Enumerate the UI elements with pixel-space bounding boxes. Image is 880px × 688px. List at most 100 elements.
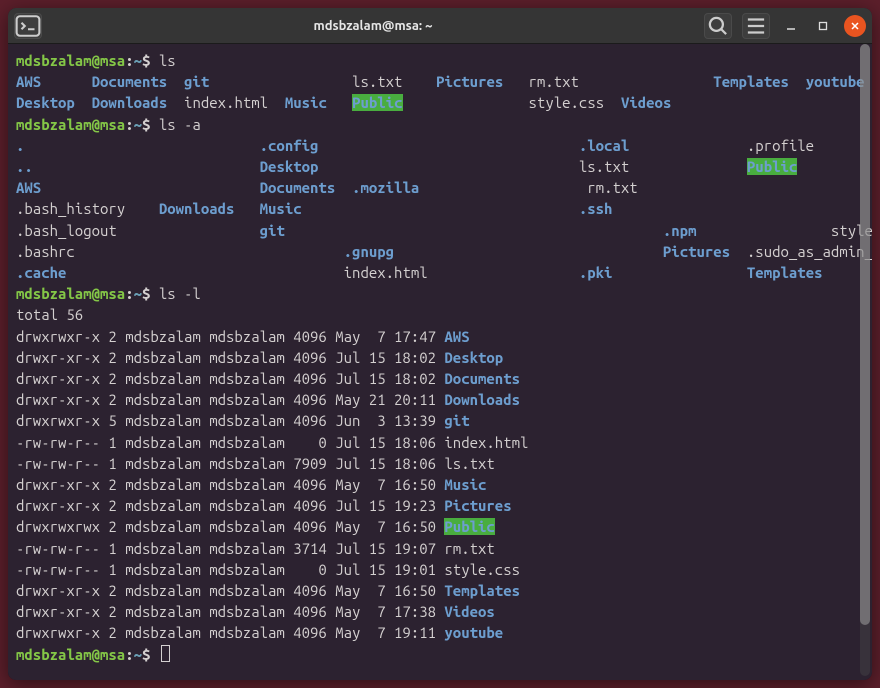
titlebar: mdsbzalam@msa: ~: [8, 8, 872, 44]
long-listing-line: -rw-rw-r-- 1 mdsbzalam mdsbzalam 3714 Ju…: [16, 538, 864, 559]
filename: youtube: [444, 624, 503, 641]
prompt-line: mdsbzalam@msa:~$ ls: [16, 50, 864, 71]
scrollbar[interactable]: [860, 44, 870, 676]
filename: .bashrc: [16, 243, 75, 260]
maximize-button[interactable]: [812, 15, 834, 37]
filename: Music: [260, 200, 302, 217]
filename: Videos: [621, 94, 671, 111]
long-listing-line: -rw-rw-r-- 1 mdsbzalam mdsbzalam 7909 Ju…: [16, 453, 864, 474]
filename: index.html: [184, 94, 268, 111]
filename: Documents: [444, 370, 520, 387]
long-listing-line: drwxr-xr-x 2 mdsbzalam mdsbzalam 4096 Ju…: [16, 495, 864, 516]
filename: Pictures: [436, 73, 503, 90]
prompt-line: mdsbzalam@msa:~$ ls -a: [16, 114, 864, 135]
long-listing-line: -rw-rw-r-- 1 mdsbzalam mdsbzalam 0 Jul 1…: [16, 559, 864, 580]
filename: Music: [285, 94, 327, 111]
filename: AWS: [444, 328, 469, 345]
long-listing-line: drwxr-xr-x 2 mdsbzalam mdsbzalam 4096 Ma…: [16, 474, 864, 495]
filename: AWS: [16, 179, 41, 196]
filename: Music: [444, 476, 486, 493]
listing-line: .bash_logout git .npm style.css: [16, 220, 864, 241]
filename: ..: [16, 158, 33, 175]
filename: rm.txt: [528, 73, 578, 90]
terminal-body[interactable]: mdsbzalam@msa:~$ lsAWS Documents git ls.…: [8, 44, 872, 680]
total-line: total 56: [16, 304, 864, 325]
menu-button[interactable]: [742, 13, 770, 39]
listing-line: AWS Documents git ls.txt Pictures rm.txt…: [16, 71, 864, 92]
filename: Desktop: [260, 158, 319, 175]
filename: index.html: [344, 264, 428, 281]
filename: Documents: [92, 73, 168, 90]
filename: .bash_history: [16, 200, 125, 217]
long-listing-line: drwxrwxrwx 2 mdsbzalam mdsbzalam 4096 Ma…: [16, 516, 864, 537]
listing-line: .bash_history Downloads Music .ssh: [16, 198, 864, 219]
filename: rm.txt: [587, 179, 637, 196]
scrollbar-thumb[interactable]: [860, 44, 870, 625]
minimize-button[interactable]: [780, 15, 802, 37]
search-icon: [705, 13, 731, 39]
listing-line: .cache index.html .pki Templates: [16, 262, 864, 283]
filename: .gnupg: [344, 243, 394, 260]
maximize-icon: [818, 21, 828, 31]
filename: Documents: [260, 179, 336, 196]
filename: Downloads: [92, 94, 168, 111]
filename: .mozilla: [352, 179, 419, 196]
filename: ls.txt: [444, 455, 494, 472]
filename: .cache: [16, 264, 66, 281]
terminal-icon: [15, 13, 41, 39]
filename: .profile: [747, 137, 814, 154]
filename: git: [260, 222, 285, 239]
filename: style.css: [444, 561, 520, 578]
filename: index.html: [444, 434, 528, 451]
long-listing-line: drwxrwxr-x 2 mdsbzalam mdsbzalam 4096 Ma…: [16, 622, 864, 643]
new-tab-button[interactable]: [14, 13, 42, 39]
listing-line: AWS Documents .mozilla rm.txt youtube: [16, 177, 864, 198]
cursor: [161, 645, 170, 662]
filename: AWS: [16, 73, 41, 90]
search-button[interactable]: [704, 13, 732, 39]
long-listing-line: drwxrwxr-x 5 mdsbzalam mdsbzalam 4096 Ju…: [16, 410, 864, 431]
filename: youtube: [806, 73, 865, 90]
filename: Public: [444, 518, 494, 535]
prompt-line: mdsbzalam@msa:~$: [16, 644, 864, 665]
filename: .npm: [663, 222, 697, 239]
long-listing-line: drwxr-xr-x 2 mdsbzalam mdsbzalam 4096 Ju…: [16, 368, 864, 389]
filename: git: [444, 412, 469, 429]
long-listing-line: drwxr-xr-x 2 mdsbzalam mdsbzalam 4096 Ju…: [16, 347, 864, 368]
prompt-line: mdsbzalam@msa:~$ ls -l: [16, 283, 864, 304]
filename: .pki: [579, 264, 613, 281]
filename: .bash_logout: [16, 222, 117, 239]
long-listing-line: drwxr-xr-x 2 mdsbzalam mdsbzalam 4096 Ma…: [16, 580, 864, 601]
filename: git: [184, 73, 209, 90]
filename: rm.txt: [444, 540, 494, 557]
filename: Downloads: [444, 391, 520, 408]
minimize-icon: [786, 21, 796, 31]
filename: Desktop: [16, 94, 75, 111]
listing-line: .bashrc .gnupg Pictures .sudo_as_admin_s…: [16, 241, 864, 262]
filename: .config: [260, 137, 319, 154]
filename: Videos: [444, 603, 494, 620]
filename: Downloads: [159, 200, 235, 217]
long-listing-line: drwxrwxr-x 2 mdsbzalam mdsbzalam 4096 Ma…: [16, 326, 864, 347]
window-title: mdsbzalam@msa: ~: [48, 19, 698, 33]
filename: Templates: [747, 264, 823, 281]
filename: ls.txt: [579, 158, 629, 175]
filename: Templates: [444, 582, 520, 599]
filename: .: [16, 137, 24, 154]
listing-line: Desktop Downloads index.html Music Publi…: [16, 92, 864, 113]
filename: Pictures: [663, 243, 730, 260]
filename: Public: [352, 94, 402, 111]
close-button[interactable]: [844, 15, 866, 37]
filename: .local: [579, 137, 629, 154]
filename: Pictures: [444, 497, 511, 514]
filename: .ssh: [579, 200, 613, 217]
filename: Desktop: [444, 349, 503, 366]
filename: Public: [747, 158, 797, 175]
long-listing-line: drwxr-xr-x 2 mdsbzalam mdsbzalam 4096 Ma…: [16, 601, 864, 622]
long-listing-line: drwxr-xr-x 2 mdsbzalam mdsbzalam 4096 Ma…: [16, 389, 864, 410]
long-listing-line: -rw-rw-r-- 1 mdsbzalam mdsbzalam 0 Jul 1…: [16, 432, 864, 453]
close-icon: [850, 21, 860, 31]
filename: .sudo_as_admin_successful: [747, 243, 872, 260]
terminal-window: mdsbzalam@msa: ~ mdsbzalam@msa:~$ lsAWS …: [8, 8, 872, 680]
listing-line: .. Desktop ls.txt Public .vscode: [16, 156, 864, 177]
